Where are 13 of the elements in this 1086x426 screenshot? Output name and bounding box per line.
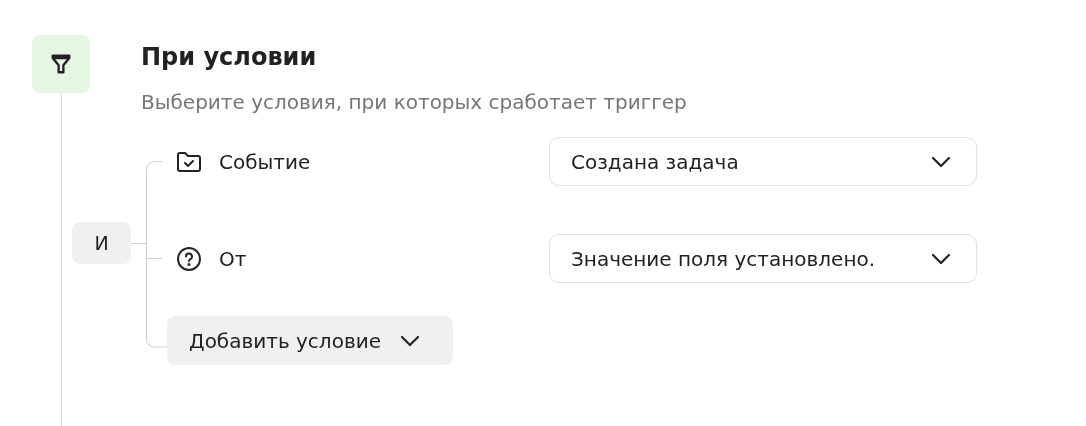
condition-label: Событие xyxy=(219,149,311,174)
chevron-down-icon xyxy=(930,154,952,169)
condition-label: От xyxy=(219,246,247,271)
condition-select[interactable]: Значение поля установлено. xyxy=(549,234,977,283)
condition-select[interactable]: Создана задача xyxy=(549,137,977,186)
section-subtitle: Выберите условия, при которых сработает триггер xyxy=(141,89,687,116)
chevron-down-icon xyxy=(930,251,952,266)
chevron-down-icon xyxy=(399,333,421,348)
question-icon xyxy=(176,245,202,272)
add-condition-button[interactable]: Добавить условие xyxy=(167,316,453,365)
section-title: При условии xyxy=(141,42,318,72)
logic-operator[interactable]: И xyxy=(72,222,131,264)
folder-check-icon xyxy=(176,150,202,173)
